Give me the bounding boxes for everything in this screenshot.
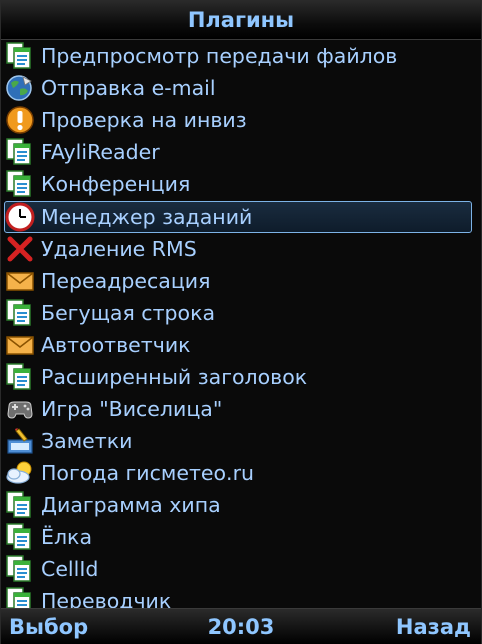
title-bar: Плагины xyxy=(1,1,481,40)
list-item-label: Расширенный заголовок xyxy=(41,365,308,389)
envelope-icon xyxy=(5,330,35,360)
red-x-icon xyxy=(5,234,35,264)
list-item-label: Заметки xyxy=(41,429,133,453)
list-item-task-manager[interactable]: Менеджер заданий xyxy=(1,201,481,233)
list-item-cellid[interactable]: CellId xyxy=(1,553,481,585)
list-item-label: Ёлка xyxy=(41,525,92,549)
list-item-label: CellId xyxy=(41,557,99,581)
list-item-label: Бегущая строка xyxy=(41,301,216,325)
list-item-label: Игра "Виселица" xyxy=(41,397,223,421)
list-item-translator[interactable]: Переводчик xyxy=(1,585,481,608)
list-item-label: Конференция xyxy=(41,172,191,196)
list-item-heap-diagram[interactable]: Диаграмма хипа xyxy=(1,489,481,521)
list-item-forwarding[interactable]: Переадресация xyxy=(1,265,481,297)
gamepad-icon xyxy=(5,394,35,424)
list-item-extended-header[interactable]: Расширенный заголовок xyxy=(1,361,481,393)
softkey-bar: Выбор 20:03 Назад xyxy=(1,608,481,644)
list-item-weather[interactable]: Погода гисметео.ru xyxy=(1,457,481,489)
document-icon xyxy=(5,169,35,199)
list-item-label: Автоответчик xyxy=(41,333,191,357)
list-item-label: Менеджер заданий xyxy=(41,205,253,229)
document-icon xyxy=(5,137,35,167)
document-icon xyxy=(5,362,35,392)
document-icon xyxy=(5,41,35,71)
list-item-label: Погода гисметео.ru xyxy=(41,461,254,485)
exclamation-icon xyxy=(5,105,35,135)
document-icon xyxy=(5,490,35,520)
list-item-label: Переводчик xyxy=(41,589,172,608)
list-item-file-preview[interactable]: Предпросмотр передачи файлов xyxy=(1,40,481,72)
list-item-invisible-check[interactable]: Проверка на инвиз xyxy=(1,104,481,136)
weather-icon xyxy=(5,458,35,488)
notes-icon xyxy=(5,426,35,456)
document-icon xyxy=(5,522,35,552)
list-item-conference[interactable]: Конференция xyxy=(1,168,481,200)
list-item-ticker[interactable]: Бегущая строка xyxy=(1,297,481,329)
document-icon xyxy=(5,586,35,608)
list-item-autoresponder[interactable]: Автоответчик xyxy=(1,329,481,361)
list-item-label: Переадресация xyxy=(41,269,211,293)
list-item-fayli-reader[interactable]: FAyliReader xyxy=(1,136,481,168)
list-item-label: FAyliReader xyxy=(41,140,160,164)
list-item-send-email[interactable]: Отправка e-mail xyxy=(1,72,481,104)
list-item-notes[interactable]: Заметки xyxy=(1,425,481,457)
list-item-label: Предпросмотр передачи файлов xyxy=(41,44,398,68)
list-item-label: Проверка на инвиз xyxy=(41,108,247,132)
phone-screen: Плагины Предпросмотр передачи файлов Отп… xyxy=(0,0,482,644)
list-item-delete-rms[interactable]: Удаление RMS xyxy=(1,233,481,265)
globe-icon xyxy=(5,73,35,103)
list-item-label: Отправка e-mail xyxy=(41,76,216,100)
plugin-list[interactable]: Предпросмотр передачи файлов Отправка e-… xyxy=(1,40,481,608)
page-title: Плагины xyxy=(187,8,295,32)
clock-icon xyxy=(5,202,35,232)
document-icon xyxy=(5,298,35,328)
envelope-icon xyxy=(5,266,35,296)
list-item-label: Удаление RMS xyxy=(41,237,197,261)
back-softkey[interactable]: Назад xyxy=(396,615,471,639)
list-item-label: Диаграмма хипа xyxy=(41,493,221,517)
document-icon xyxy=(5,554,35,584)
list-item-tree[interactable]: Ёлка xyxy=(1,521,481,553)
list-item-hangman-game[interactable]: Игра "Виселица" xyxy=(1,393,481,425)
